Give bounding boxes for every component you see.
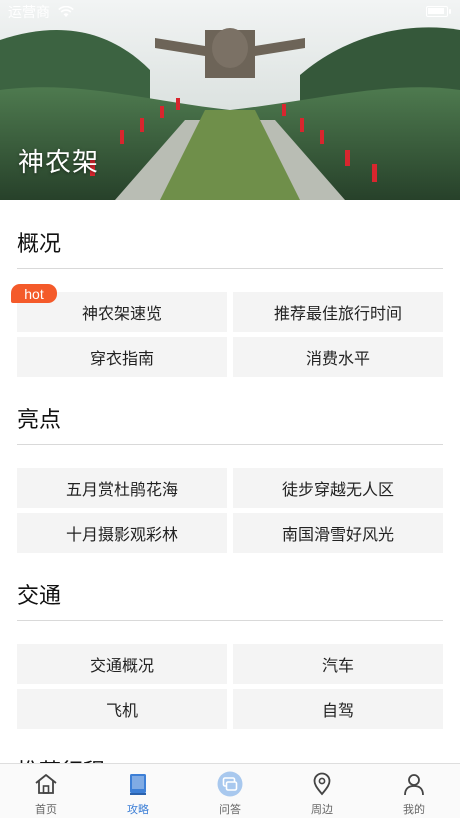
guide-content[interactable]: 概况 hot 神农架速览 推荐最佳旅行时间 穿衣指南 消费水平 亮点 五月赏杜鹃… xyxy=(0,200,460,763)
section-divider xyxy=(17,268,443,269)
section-divider xyxy=(17,444,443,445)
tab-guide[interactable]: 攻略 xyxy=(92,764,184,818)
hot-badge: hot xyxy=(11,284,57,303)
tab-qa[interactable]: 问答 xyxy=(184,764,276,818)
guide-item-button[interactable]: 汽车 xyxy=(233,644,443,684)
guide-item-button[interactable]: 徒步穿越无人区 xyxy=(233,468,443,508)
qa-chat-icon xyxy=(217,771,243,797)
battery-icon xyxy=(426,6,451,17)
guide-item-button[interactable]: 十月摄影观彩林 xyxy=(17,513,227,553)
profile-icon xyxy=(404,774,424,796)
section-title: 亮点 xyxy=(17,408,62,433)
guide-item-button[interactable]: 五月赏杜鹃花海 xyxy=(17,468,227,508)
tab-label: 周边 xyxy=(311,803,333,816)
tab-label: 我的 xyxy=(403,803,425,816)
location-pin-icon xyxy=(313,772,331,796)
guide-item-button[interactable]: 推荐最佳旅行时间 xyxy=(233,292,443,332)
section-divider xyxy=(17,620,443,621)
guide-item-button[interactable]: 交通概况 xyxy=(17,644,227,684)
destination-title: 神农架 xyxy=(18,148,100,178)
section-title: 推荐行程 xyxy=(17,754,105,763)
tab-profile[interactable]: 我的 xyxy=(368,764,460,818)
guide-item-button[interactable]: 自驾 xyxy=(233,689,443,729)
guide-item-button[interactable]: 飞机 xyxy=(17,689,227,729)
tab-label: 首页 xyxy=(35,803,57,816)
bottom-tab-bar: 首页 攻略 问答 周边 我的 xyxy=(0,763,460,818)
tab-nearby[interactable]: 周边 xyxy=(276,764,368,818)
tab-label: 问答 xyxy=(219,803,241,816)
tab-home[interactable]: 首页 xyxy=(0,764,92,818)
section-title: 概况 xyxy=(17,232,62,257)
home-icon xyxy=(35,774,57,794)
guide-item-button[interactable]: 南国滑雪好风光 xyxy=(233,513,443,553)
wifi-icon xyxy=(58,6,74,17)
guide-item-button[interactable]: 消费水平 xyxy=(233,337,443,377)
section-title: 交通 xyxy=(17,584,62,609)
carrier-label: 运营商 xyxy=(8,5,50,21)
guide-item-button[interactable]: 穿衣指南 xyxy=(17,337,227,377)
hero-banner: 运营商 神农架 xyxy=(0,0,460,200)
status-bar: 运营商 xyxy=(0,0,460,24)
guide-book-icon xyxy=(130,774,146,795)
tab-label: 攻略 xyxy=(127,803,149,816)
